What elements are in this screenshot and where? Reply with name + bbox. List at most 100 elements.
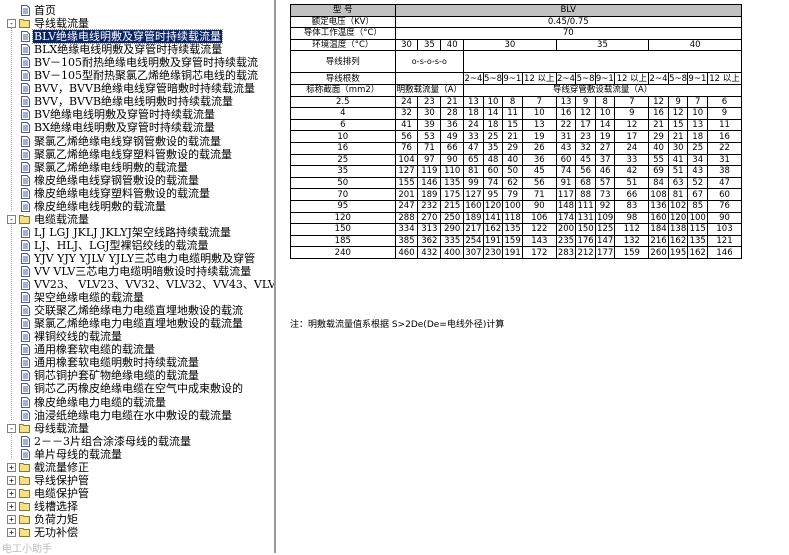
tree-item-label[interactable]: LJ LGJ JKLJ JKLYJ架空线路持续载流量 bbox=[33, 226, 232, 239]
tree-item-label[interactable]: 橡皮绝缘电线穿钢管敷设的载流量 bbox=[33, 174, 200, 187]
tree-item-label[interactable]: 线槽选择 bbox=[33, 500, 79, 513]
tree-item-label[interactable]: BLV绝缘电线明敷及穿管时持续载流量 bbox=[31, 29, 224, 45]
tree-item[interactable]: BX绝缘电线明敷及穿管时持续载流量 bbox=[0, 121, 274, 134]
tree-item[interactable]: 通用橡套软电缆的载流量 bbox=[0, 343, 274, 356]
tree-item-label[interactable]: 2－－3片组合涂漆母线的载流量 bbox=[33, 435, 192, 448]
tree-item-label[interactable]: 聚氯乙烯绝缘电线穿塑料管敷设的载流量 bbox=[33, 148, 233, 161]
tree-item[interactable]: 橡皮绝缘电线穿钢管敷设的载流量 bbox=[0, 174, 274, 187]
tree-item[interactable]: BV绝缘电线明敷及穿管时持续载流量 bbox=[0, 108, 274, 121]
ampacity-cell: 40 bbox=[648, 141, 669, 155]
tree-item-label[interactable]: VV VLV三芯电力电缆明暗敷设时持续载流量 bbox=[33, 265, 252, 278]
tree-item-label[interactable]: 橡皮绝缘电力电缆的载流量 bbox=[33, 396, 167, 409]
ampacity-cell: 76 bbox=[707, 199, 742, 213]
tree-item[interactable]: BV－105型耐热聚氯乙烯绝缘铜芯电线的载流 bbox=[0, 69, 274, 82]
tree-item-label[interactable]: 通用橡套软电缆明敷时持续载流量 bbox=[33, 356, 200, 369]
wire-count-cell: 2~4 bbox=[555, 72, 577, 85]
tree-item[interactable]: BLV绝缘电线明敷及穿管时持续载流量 bbox=[0, 29, 274, 45]
tree-item-label[interactable]: 架空绝缘电缆的载流量 bbox=[33, 291, 145, 304]
tree-item[interactable]: BVV，BVVB绝缘电线明敷时持续载流量 bbox=[0, 95, 274, 108]
collapse-toggle-icon[interactable]: - bbox=[7, 423, 16, 433]
tree-item-label[interactable]: 橡皮绝缘电线明敷的载流量 bbox=[33, 200, 167, 213]
tree-item-label[interactable]: 聚氯乙烯绝缘电力电缆直埋地敷设的载流量 bbox=[33, 317, 244, 330]
tree-item[interactable]: 橡皮绝缘电力电缆的载流量 bbox=[0, 396, 274, 409]
tree-item[interactable]: 铜芯铜护套矿物绝缘电缆的载流量 bbox=[0, 369, 274, 382]
tree-item[interactable]: VV VLV三芯电力电缆明暗敷设时持续载流量 bbox=[0, 265, 274, 278]
tree-item-label[interactable]: 铜芯乙丙橡皮绝缘电缆在空气中成束敷设的 bbox=[33, 382, 244, 395]
tree-item[interactable]: 油浸纸绝缘电力电缆在水中敷设的载流量 bbox=[0, 409, 274, 422]
tree-item[interactable]: 裸铜绞线的载流量 bbox=[0, 330, 274, 343]
expand-toggle-icon[interactable]: + bbox=[7, 528, 16, 537]
tree-item[interactable]: - 母线载流量 bbox=[0, 422, 274, 435]
tree-item[interactable]: LJ、HLJ、LGJ型裸铝绞线的载流量 bbox=[0, 239, 274, 252]
tree-item-label[interactable]: 母线载流量 bbox=[33, 422, 90, 435]
tree-item[interactable]: 铜芯乙丙橡皮绝缘电缆在空气中成束敷设的 bbox=[0, 382, 274, 395]
tree-item-label[interactable]: BX绝缘电线明敷及穿管时持续载流量 bbox=[33, 121, 216, 134]
tree-item[interactable]: - 电缆载流量 bbox=[0, 213, 274, 226]
tree-item[interactable]: 聚氯乙烯绝缘电力电缆直埋地敷设的载流量 bbox=[0, 317, 274, 330]
tree-item[interactable]: 聚氯乙烯绝缘电线明敷的载流量 bbox=[0, 161, 274, 174]
tree-item[interactable]: BVV，BVVB绝缘电线穿管暗敷时持续载流量 bbox=[0, 82, 274, 95]
tree-item-label[interactable]: 聚氯乙烯绝缘电线明敷的载流量 bbox=[33, 161, 189, 174]
tree-item-label[interactable]: 橡皮绝缘电线穿塑料管敷设的载流量 bbox=[33, 187, 211, 200]
ampacity-cell: 334 bbox=[394, 223, 419, 236]
tree-item-label[interactable]: 首页 bbox=[33, 4, 57, 17]
tree-item[interactable]: 聚氯乙烯绝缘电线穿塑料管敷设的载流量 bbox=[0, 148, 274, 161]
tree-item[interactable]: 交联聚乙烯绝缘电力电缆直埋地敷设的载流 bbox=[0, 304, 274, 317]
expand-toggle-icon[interactable]: + bbox=[7, 514, 16, 524]
tree-item-label[interactable]: 聚氯乙烯绝缘电线穿钢管敷设的载流量 bbox=[33, 135, 222, 148]
tree-item-label[interactable]: 铜芯铜护套矿物绝缘电缆的载流量 bbox=[33, 369, 200, 382]
tree-item-label[interactable]: 电缆保护管 bbox=[33, 487, 90, 500]
tree-item-label[interactable]: BVV，BVVB绝缘电线穿管暗敷时持续载流量 bbox=[33, 82, 256, 95]
tree-item[interactable]: YJV YJY YJLV YJLY三芯电力电缆明敷及穿管 bbox=[0, 252, 274, 265]
tree-item-label[interactable]: 电缆载流量 bbox=[33, 213, 90, 226]
tree-item[interactable]: BLX绝缘电线明敷及穿管时持续载流量 bbox=[0, 43, 274, 56]
tree-item[interactable]: + 无功补偿 bbox=[0, 526, 274, 539]
tree-item[interactable]: 单片母线的载流量 bbox=[0, 448, 274, 461]
tree-item[interactable]: 首页 bbox=[0, 4, 274, 17]
tree-item-label[interactable]: BVV，BVVB绝缘电线明敷时持续载流量 bbox=[33, 95, 234, 108]
tree-item-label[interactable]: 交联聚乙烯绝缘电力电缆直埋地敷设的载流 bbox=[33, 304, 244, 317]
ampacity-cell: 51 bbox=[614, 176, 650, 190]
tree-item-label[interactable]: 裸铜绞线的载流量 bbox=[33, 330, 123, 343]
tree-item-label[interactable]: 导线载流量 bbox=[33, 17, 90, 30]
tree-item-label[interactable]: 导线保护管 bbox=[33, 474, 90, 487]
collapse-toggle-icon[interactable]: - bbox=[7, 19, 16, 29]
tree-item[interactable]: + 截流量修正 bbox=[0, 461, 274, 474]
tree-item[interactable]: 通用橡套软电缆明敷时持续载流量 bbox=[0, 356, 274, 369]
tree-item-label[interactable]: BV－105型耐热聚氯乙烯绝缘铜芯电线的载流 bbox=[33, 69, 259, 82]
wire-count-cell: 5~8 bbox=[667, 72, 689, 85]
tree-item-label[interactable]: LJ、HLJ、LGJ型裸铝绞线的载流量 bbox=[33, 239, 210, 252]
tree-item[interactable]: + 导线保护管 bbox=[0, 474, 274, 487]
tree-item-label[interactable]: 单片母线的载流量 bbox=[33, 448, 123, 461]
tree-item-label[interactable]: 无功补偿 bbox=[33, 526, 79, 539]
tree-item[interactable]: + 线槽选择 bbox=[0, 500, 274, 513]
tree-item-label[interactable]: BV－105耐热绝缘电线明敷及穿管时持续载流 bbox=[33, 56, 259, 69]
tree-item[interactable]: 聚氯乙烯绝缘电线穿钢管敷设的载流量 bbox=[0, 135, 274, 148]
tree-item[interactable]: LJ LGJ JKLJ JKLYJ架空线路持续载流量 bbox=[0, 226, 274, 239]
tree-item[interactable]: 橡皮绝缘电线明敷的载流量 bbox=[0, 200, 274, 213]
tree-item-label[interactable]: BV绝缘电线明敷及穿管时持续载流量 bbox=[33, 108, 216, 121]
tree-item-label[interactable]: BLX绝缘电线明敷及穿管时持续载流量 bbox=[33, 43, 223, 56]
ampacity-cell: 160 bbox=[648, 211, 669, 225]
tree-item[interactable]: VV23、 VLV23、VV32、VLV32、VV43、VLV43 bbox=[0, 278, 274, 291]
tree-item-label[interactable]: VV23、 VLV23、VV32、VLV32、VV43、VLV43 bbox=[33, 278, 274, 291]
document-icon bbox=[21, 448, 32, 460]
tree-item-label[interactable]: 通用橡套软电缆的载流量 bbox=[33, 343, 156, 356]
expand-toggle-icon[interactable]: + bbox=[7, 488, 16, 498]
tree-item-label[interactable]: 截流量修正 bbox=[33, 461, 90, 474]
tree-item[interactable]: 架空绝缘电缆的载流量 bbox=[0, 291, 274, 304]
ampacity-cell: 62 bbox=[502, 176, 523, 190]
tree-item[interactable]: BV－105耐热绝缘电线明敷及穿管时持续载流 bbox=[0, 56, 274, 69]
tree-item[interactable]: 2－－3片组合涂漆母线的载流量 bbox=[0, 435, 274, 448]
tree-item-label[interactable]: 油浸纸绝缘电力电缆在水中敷设的载流量 bbox=[33, 409, 233, 422]
tree-item[interactable]: 橡皮绝缘电线穿塑料管敷设的载流量 bbox=[0, 187, 274, 200]
tree-item[interactable]: + 电缆保护管 bbox=[0, 487, 274, 500]
tree-item[interactable]: - 导线载流量 bbox=[0, 17, 274, 30]
expand-toggle-icon[interactable]: + bbox=[7, 501, 16, 511]
tree-item-label[interactable]: 负荷力矩 bbox=[33, 513, 79, 526]
expand-toggle-icon[interactable]: + bbox=[7, 475, 16, 485]
tree-item[interactable]: + 负荷力矩 bbox=[0, 513, 274, 526]
collapse-toggle-icon[interactable]: - bbox=[7, 214, 16, 224]
tree-item-label[interactable]: YJV YJY YJLV YJLY三芯电力电缆明敷及穿管 bbox=[33, 252, 256, 265]
expand-toggle-icon[interactable]: + bbox=[7, 462, 16, 472]
